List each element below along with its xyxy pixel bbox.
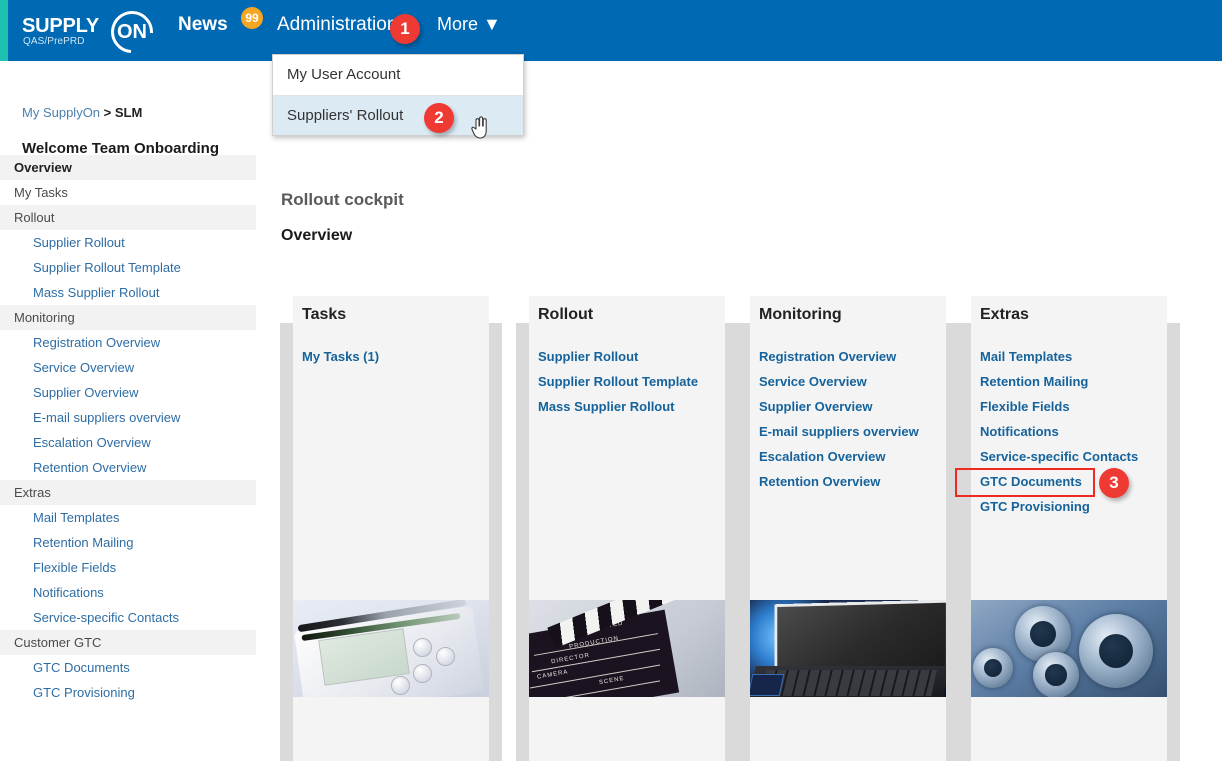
card-link-mail-templates[interactable]: Mail Templates	[980, 344, 1167, 369]
card-link-gtc-provisioning[interactable]: GTC Provisioning	[980, 494, 1167, 519]
sidebar-group-customer-gtc[interactable]: Customer GTC	[0, 630, 256, 655]
laptop-photo	[750, 600, 946, 697]
annotation-highlight-box-gtc-documents	[955, 468, 1095, 497]
breadcrumb: My SupplyOn > SLM	[22, 105, 142, 120]
card-link-retention-mailing[interactable]: Retention Mailing	[980, 369, 1167, 394]
nav-item-administration[interactable]: Administration	[277, 14, 397, 36]
annotation-step-1-badge: 1	[390, 14, 420, 44]
nav-item-news[interactable]: News	[178, 14, 228, 36]
breadcrumb-current: SLM	[114, 105, 143, 120]
page-title: Rollout cockpit	[281, 190, 404, 209]
sidebar-item-email-suppliers-overview[interactable]: E-mail suppliers overview	[0, 405, 256, 430]
card-link-supplier-overview[interactable]: Supplier Overview	[759, 394, 946, 419]
card-heading-extras: Extras	[980, 306, 1029, 323]
sidebar-navigation: Overview My Tasks Rollout Supplier Rollo…	[0, 155, 256, 705]
sidebar-item-my-tasks[interactable]: My Tasks	[0, 180, 256, 205]
card-link-supplier-rollout[interactable]: Supplier Rollout	[538, 344, 725, 369]
card-link-my-tasks[interactable]: My Tasks (1)	[302, 344, 489, 369]
card-link-mass-supplier-rollout[interactable]: Mass Supplier Rollout	[538, 394, 725, 419]
card-heading-rollout: Rollout	[538, 306, 594, 323]
sidebar-item-service-specific-contacts[interactable]: Service-specific Contacts	[0, 605, 256, 630]
logo-on-text: ON	[117, 21, 147, 43]
card-heading-tasks: Tasks	[302, 306, 347, 323]
card-link-service-specific-contacts[interactable]: Service-specific Contacts	[980, 444, 1167, 469]
sidebar-item-gtc-provisioning[interactable]: GTC Provisioning	[0, 680, 256, 705]
sidebar-item-supplier-overview[interactable]: Supplier Overview	[0, 380, 256, 405]
card-shadow-left	[958, 323, 971, 761]
logo-environment-label: QAS/PrePRD	[23, 36, 85, 47]
card-shadow-right	[489, 323, 502, 761]
annotation-step-3-badge: 3	[1099, 468, 1129, 498]
news-count-badge: 99	[241, 7, 263, 29]
card-shadow-right	[1167, 323, 1180, 761]
card-shadow-left	[280, 323, 293, 761]
brand-accent-stripe	[0, 0, 8, 61]
cockpit-card-grid: Tasks My Tasks (1) Rollout Supplier Roll…	[280, 296, 1215, 761]
card-heading-monitoring: Monitoring	[759, 306, 842, 323]
sidebar-group-overview[interactable]: Overview	[0, 155, 256, 180]
logo-wordmark: SUPPLY	[22, 15, 99, 37]
sidebar-group-extras[interactable]: Extras	[0, 480, 256, 505]
gears-photo	[971, 600, 1167, 697]
card-link-list: My Tasks (1)	[293, 334, 489, 369]
annotation-step-2-badge: 2	[424, 103, 454, 133]
page-subtitle: Overview	[281, 227, 353, 244]
nav-item-more[interactable]: More ▼	[437, 14, 501, 35]
card-extras: Extras Mail Templates Retention Mailing …	[958, 296, 1180, 761]
card-link-email-suppliers-overview[interactable]: E-mail suppliers overview	[759, 419, 946, 444]
sidebar-group-rollout[interactable]: Rollout	[0, 205, 256, 230]
card-link-escalation-overview[interactable]: Escalation Overview	[759, 444, 946, 469]
sidebar-item-mass-supplier-rollout[interactable]: Mass Supplier Rollout	[0, 280, 256, 305]
card-shadow-left	[737, 323, 750, 761]
welcome-message: Welcome Team Onboarding	[22, 140, 219, 157]
sidebar-item-supplier-rollout-template[interactable]: Supplier Rollout Template	[0, 255, 256, 280]
pda-organizer-photo	[293, 600, 489, 697]
sidebar-item-notifications[interactable]: Notifications	[0, 580, 256, 605]
sidebar-item-gtc-documents[interactable]: GTC Documents	[0, 655, 256, 680]
card-tasks: Tasks My Tasks (1)	[280, 296, 502, 761]
card-link-retention-overview[interactable]: Retention Overview	[759, 469, 946, 494]
menu-item-my-user-account[interactable]: My User Account	[273, 55, 523, 95]
sidebar-item-escalation-overview[interactable]: Escalation Overview	[0, 430, 256, 455]
card-shadow-left	[516, 323, 529, 761]
card-rollout: Rollout Supplier Rollout Supplier Rollou…	[516, 296, 738, 761]
card-monitoring: Monitoring Registration Overview Service…	[737, 296, 959, 761]
card-link-service-overview[interactable]: Service Overview	[759, 369, 946, 394]
card-link-flexible-fields[interactable]: Flexible Fields	[980, 394, 1167, 419]
sidebar-item-registration-overview[interactable]: Registration Overview	[0, 330, 256, 355]
card-link-notifications[interactable]: Notifications	[980, 419, 1167, 444]
card-link-registration-overview[interactable]: Registration Overview	[759, 344, 946, 369]
breadcrumb-separator: >	[103, 105, 112, 120]
top-header-bar: SUPPLY QAS/PrePRD ON News 99 Administrat…	[0, 0, 1222, 62]
sidebar-group-monitoring[interactable]: Monitoring	[0, 305, 256, 330]
card-link-supplier-rollout-template[interactable]: Supplier Rollout Template	[538, 369, 725, 394]
sidebar-item-retention-mailing[interactable]: Retention Mailing	[0, 530, 256, 555]
sidebar-item-mail-templates[interactable]: Mail Templates	[0, 505, 256, 530]
sidebar-item-supplier-rollout[interactable]: Supplier Rollout	[0, 230, 256, 255]
sidebar-item-service-overview[interactable]: Service Overview	[0, 355, 256, 380]
breadcrumb-root-link[interactable]: My SupplyOn	[22, 105, 100, 120]
sidebar-item-flexible-fields[interactable]: Flexible Fields	[0, 555, 256, 580]
card-link-list: Supplier Rollout Supplier Rollout Templa…	[529, 334, 725, 419]
mouse-cursor-pointer-hand-icon	[471, 116, 487, 139]
card-link-list: Registration Overview Service Overview S…	[750, 334, 946, 494]
clapperboard-photo: DIRECTED PRODUCTION DIRECTOR CAMERA SCEN…	[529, 600, 725, 697]
supplyon-logo[interactable]: SUPPLY QAS/PrePRD ON	[22, 2, 162, 62]
sidebar-item-retention-overview[interactable]: Retention Overview	[0, 455, 256, 480]
